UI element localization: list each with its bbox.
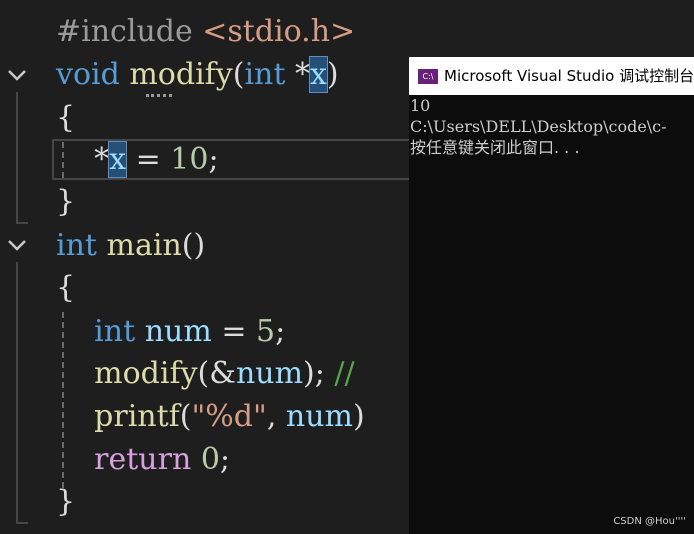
comment: //	[324, 356, 355, 391]
punctuation: (	[232, 57, 245, 92]
brace: }	[56, 184, 76, 219]
number-literal: 5	[256, 314, 276, 349]
punctuation: ;	[219, 442, 231, 477]
function-name: modify	[129, 57, 233, 92]
punctuation: (&	[197, 356, 236, 391]
keyword: int	[244, 57, 286, 92]
keyword: return	[94, 442, 192, 477]
operator: *	[285, 57, 310, 92]
code-line[interactable]: {	[56, 98, 75, 138]
console-output-line: 10	[410, 96, 431, 115]
highlighted-identifier[interactable]: x	[308, 56, 328, 93]
variable: num	[235, 356, 304, 391]
punctuation: );	[303, 356, 325, 391]
brace: {	[56, 100, 76, 135]
variable: num	[144, 314, 212, 349]
variable: num	[285, 399, 353, 434]
code-line[interactable]: }	[56, 182, 75, 222]
console-app-icon: C:\	[418, 69, 438, 84]
keyword: int	[94, 314, 136, 349]
punctuation: )	[326, 57, 339, 92]
preprocessor-directive: #include	[56, 14, 203, 49]
number-literal: 0	[191, 442, 220, 477]
punctuation: (	[179, 399, 192, 434]
debug-console-window[interactable]: C:\ Microsoft Visual Studio 调试控制台 10 C:\…	[409, 57, 694, 534]
punctuation: ;	[208, 142, 219, 177]
collapse-chevron-icon[interactable]	[6, 64, 28, 86]
punctuation: ,	[266, 399, 286, 434]
keyword: int	[56, 228, 97, 263]
outline-guide	[16, 262, 28, 524]
function-name: modify	[94, 356, 198, 391]
include-header: <stdio.h>	[202, 14, 356, 49]
code-line[interactable]: int num = 5;	[56, 312, 285, 352]
function-name: main	[106, 228, 182, 263]
code-line[interactable]: modify(&num); //	[56, 354, 355, 394]
code-line[interactable]: printf("%d", num)	[56, 397, 365, 437]
code-line[interactable]: return 0;	[56, 440, 230, 480]
console-title: Microsoft Visual Studio 调试控制台	[444, 67, 694, 85]
code-line[interactable]: *x = 10;	[56, 140, 219, 180]
operator: =	[211, 314, 256, 349]
highlighted-identifier[interactable]: x	[108, 141, 128, 178]
operator: *	[94, 142, 110, 177]
code-line[interactable]: }	[56, 482, 75, 522]
watermark: CSDN @Hou''''	[613, 516, 686, 527]
brace: {	[56, 270, 76, 305]
collapse-chevron-icon[interactable]	[6, 234, 28, 256]
punctuation: ;	[275, 314, 286, 349]
code-line[interactable]: int main()	[56, 226, 205, 266]
punctuation: ()	[181, 228, 206, 263]
keyword: void	[56, 57, 120, 92]
code-line[interactable]: void modify(int *x)	[56, 55, 339, 95]
string-literal: "%d"	[191, 399, 267, 434]
console-titlebar[interactable]: C:\ Microsoft Visual Studio 调试控制台	[409, 57, 694, 95]
operator: =	[126, 142, 171, 177]
console-output-line: C:\Users\DELL\Desktop\code\c-	[410, 117, 667, 136]
number-literal: 10	[170, 142, 209, 177]
code-line[interactable]: #include <stdio.h>	[56, 12, 355, 52]
code-line[interactable]: {	[56, 268, 75, 308]
brace: }	[56, 484, 76, 519]
outline-guide	[16, 92, 28, 224]
suggestion-dots	[146, 90, 172, 97]
console-output-line: 按任意键关闭此窗口. . .	[410, 138, 580, 157]
function-name: printf	[94, 399, 180, 434]
punctuation: )	[352, 399, 365, 434]
